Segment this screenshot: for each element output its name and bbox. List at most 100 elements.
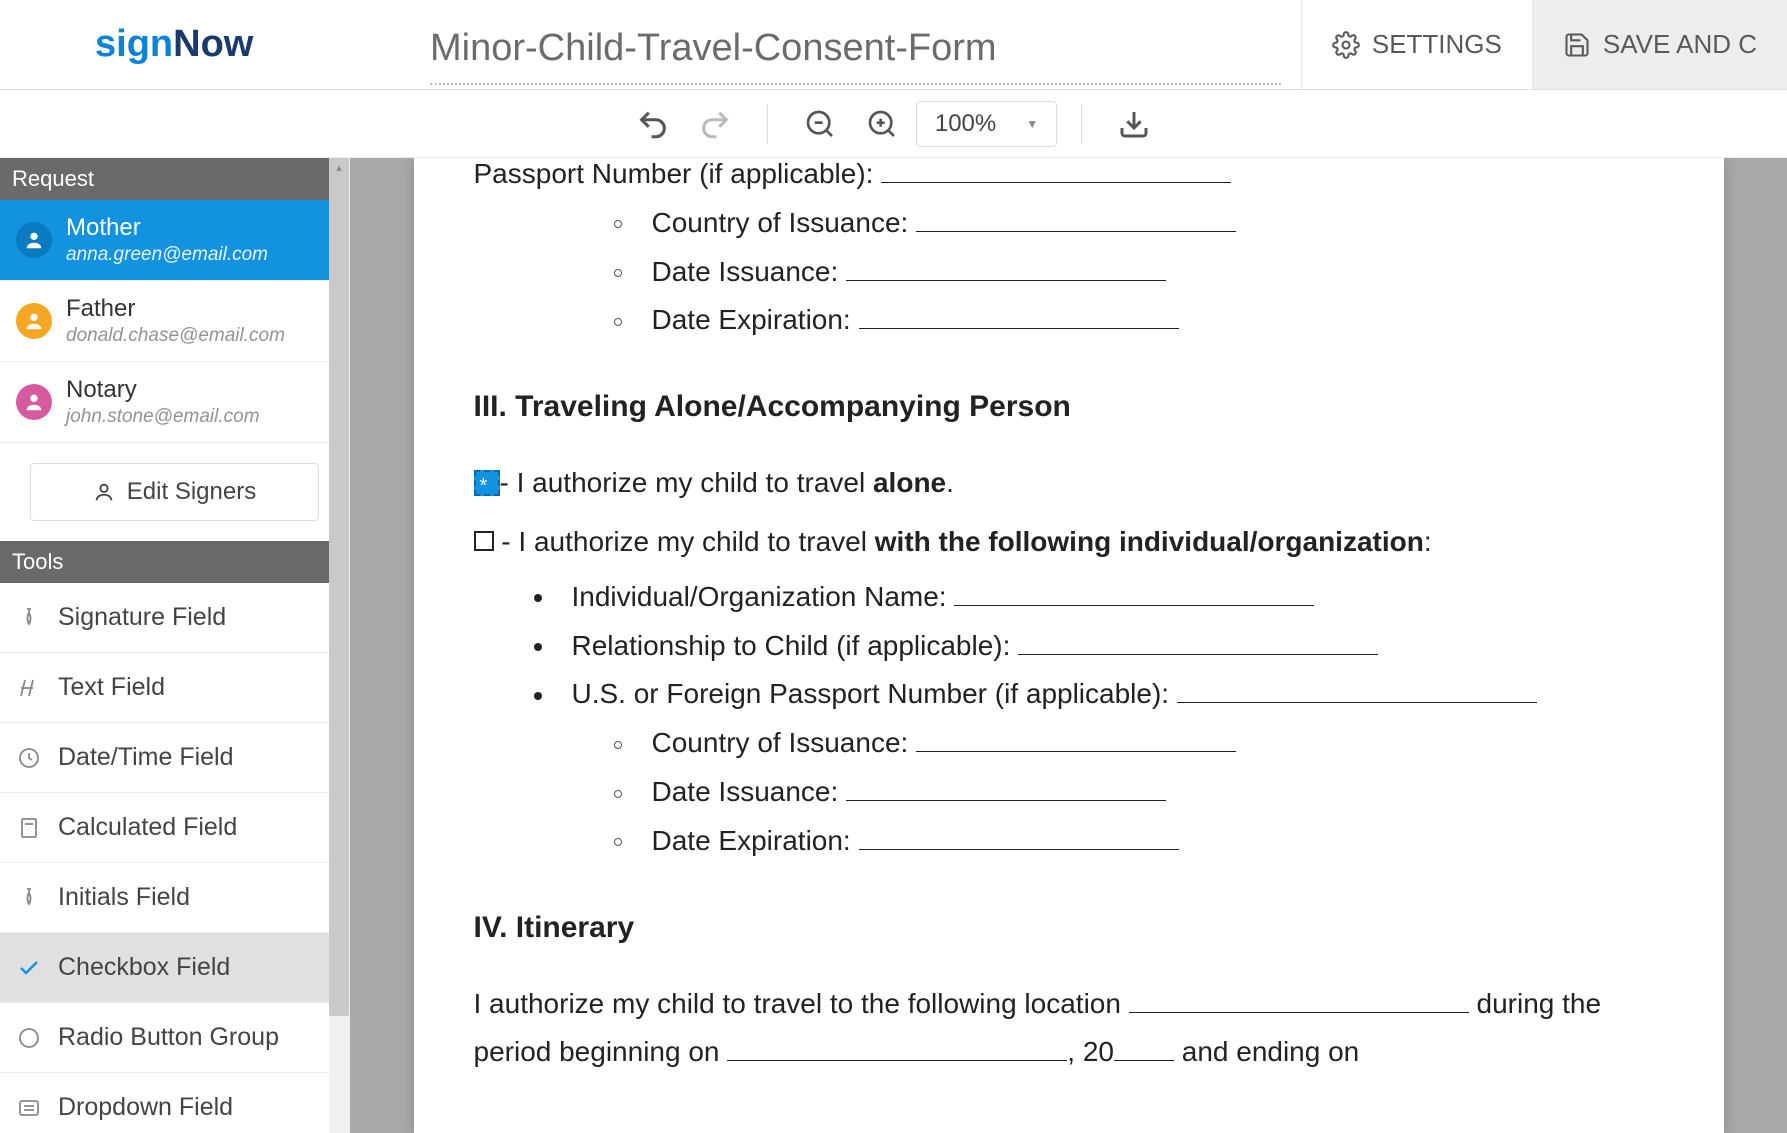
bullet-circle-icon	[614, 318, 622, 326]
radio-icon	[16, 1025, 42, 1051]
bullet-circle-icon	[614, 741, 622, 749]
doc-text: Passport Number (if applicable):	[474, 158, 882, 189]
doc-text: U.S. or Foreign Passport Number (if appl…	[572, 678, 1177, 709]
doc-line: Date Expiration:	[474, 298, 1664, 343]
tool-label: Signature Field	[58, 603, 226, 632]
doc-line: Passport Number (if applicable):	[474, 158, 1664, 197]
person-icon	[16, 384, 52, 420]
blank-line	[1018, 654, 1378, 655]
document-title[interactable]: Minor-Child-Travel-Consent-Form	[430, 15, 1281, 85]
doc-text: and ending on	[1174, 1036, 1359, 1067]
doc-text: Date Expiration:	[652, 825, 859, 856]
zoom-in-button[interactable]	[854, 96, 910, 152]
tool-dropdown-field[interactable]: Dropdown Field	[0, 1073, 349, 1133]
doc-line: Individual/Organization Name:	[474, 575, 1664, 620]
doc-line: - I authorize my child to travel with th…	[474, 520, 1664, 565]
document-toolbar: 100% ▼	[0, 90, 1787, 158]
tool-text-field[interactable]: Text Field	[0, 653, 349, 723]
gear-icon	[1332, 31, 1360, 59]
sidebar: Request Mother anna.green@email.com Fath…	[0, 158, 350, 1133]
text-icon	[16, 675, 42, 701]
doc-text: - I authorize my child to travel	[501, 526, 874, 557]
signer-info: Mother anna.green@email.com	[66, 214, 333, 266]
signer-email: john.stone@email.com	[66, 406, 333, 428]
blank-line	[859, 849, 1179, 850]
signer-email: anna.green@email.com	[66, 244, 333, 266]
doc-text-bold: with the following individual/organizati…	[875, 526, 1424, 557]
tool-calculated-field[interactable]: Calculated Field	[0, 793, 349, 863]
edit-signers-label: Edit Signers	[127, 478, 256, 506]
document-page[interactable]: Passport Number (if applicable): Country…	[414, 158, 1724, 1133]
scroll-up-icon[interactable]: ▴	[329, 158, 349, 176]
calculator-icon	[16, 815, 42, 841]
document-viewport[interactable]: Passport Number (if applicable): Country…	[350, 158, 1787, 1133]
blank-line	[1177, 702, 1537, 703]
doc-line: Country of Issuance:	[474, 201, 1664, 246]
zoom-select[interactable]: 100% ▼	[916, 101, 1057, 147]
checkbox-empty-icon	[474, 531, 494, 551]
bullet-dot-icon	[534, 594, 542, 602]
tool-checkbox-field[interactable]: Checkbox Field	[0, 933, 349, 1003]
bullet-dot-icon	[534, 643, 542, 651]
blank-line	[846, 800, 1166, 801]
initials-icon	[16, 885, 42, 911]
toolbar-separator	[1081, 104, 1082, 144]
doc-line: Date Issuance:	[474, 770, 1664, 815]
redo-button[interactable]	[687, 96, 743, 152]
header-actions: SETTINGS SAVE AND C	[1301, 0, 1787, 89]
signer-name: Notary	[66, 376, 333, 404]
blank-line	[1129, 1012, 1469, 1013]
logo-now: Now	[173, 23, 253, 65]
settings-button[interactable]: SETTINGS	[1301, 0, 1532, 89]
doc-text-bold: alone	[873, 467, 946, 498]
person-icon	[93, 481, 115, 503]
edit-signers-button[interactable]: Edit Signers	[30, 463, 319, 521]
placed-checkbox-field[interactable]	[474, 470, 500, 496]
scrollbar-thumb[interactable]	[329, 158, 349, 1016]
signer-mother[interactable]: Mother anna.green@email.com	[0, 200, 349, 281]
tool-label: Dropdown Field	[58, 1093, 233, 1122]
doc-line: U.S. or Foreign Passport Number (if appl…	[474, 672, 1664, 717]
doc-text: Date Expiration:	[652, 304, 859, 335]
clock-icon	[16, 745, 42, 771]
doc-line: period beginning on , 20 and ending on	[474, 1030, 1664, 1075]
signer-notary[interactable]: Notary john.stone@email.com	[0, 362, 349, 443]
tool-signature-field[interactable]: Signature Field	[0, 583, 349, 653]
tool-radio-button-group[interactable]: Radio Button Group	[0, 1003, 349, 1073]
doc-text: period beginning on	[474, 1036, 728, 1067]
doc-text: , 20	[1067, 1036, 1114, 1067]
doc-text: Date Issuance:	[652, 256, 847, 287]
tool-datetime-field[interactable]: Date/Time Field	[0, 723, 349, 793]
bullet-circle-icon	[614, 790, 622, 798]
doc-line: Country of Issuance:	[474, 721, 1664, 766]
download-button[interactable]	[1106, 96, 1162, 152]
blank-line	[916, 751, 1236, 752]
bullet-circle-icon	[614, 269, 622, 277]
tools-section-header: Tools	[0, 541, 349, 583]
zoom-out-button[interactable]	[792, 96, 848, 152]
tool-label: Calculated Field	[58, 813, 237, 842]
tool-initials-field[interactable]: Initials Field	[0, 863, 349, 933]
person-icon	[16, 222, 52, 258]
person-icon	[16, 303, 52, 339]
doc-text: Individual/Organization Name:	[572, 581, 955, 612]
chevron-down-icon: ▼	[1026, 117, 1038, 131]
section-heading: III. Traveling Alone/Accompanying Person	[474, 383, 1664, 431]
bullet-dot-icon	[534, 692, 542, 700]
undo-button[interactable]	[625, 96, 681, 152]
zoom-value: 100%	[935, 110, 996, 138]
doc-text: Date Issuance:	[652, 776, 847, 807]
save-button[interactable]: SAVE AND C	[1532, 0, 1787, 89]
doc-line: I authorize my child to travel to the fo…	[474, 982, 1664, 1027]
logo: signNow	[0, 23, 430, 66]
doc-line: Date Issuance:	[474, 250, 1664, 295]
signer-name: Mother	[66, 214, 333, 242]
blank-line	[954, 605, 1314, 606]
bullet-circle-icon	[614, 220, 622, 228]
doc-line: - I authorize my child to travel alone.	[474, 461, 1664, 506]
signer-father[interactable]: Father donald.chase@email.com	[0, 281, 349, 362]
sidebar-scrollbar[interactable]: ▴	[329, 158, 349, 1133]
blank-line	[881, 182, 1231, 183]
request-section-header: Request	[0, 158, 349, 200]
tool-label: Checkbox Field	[58, 953, 230, 982]
